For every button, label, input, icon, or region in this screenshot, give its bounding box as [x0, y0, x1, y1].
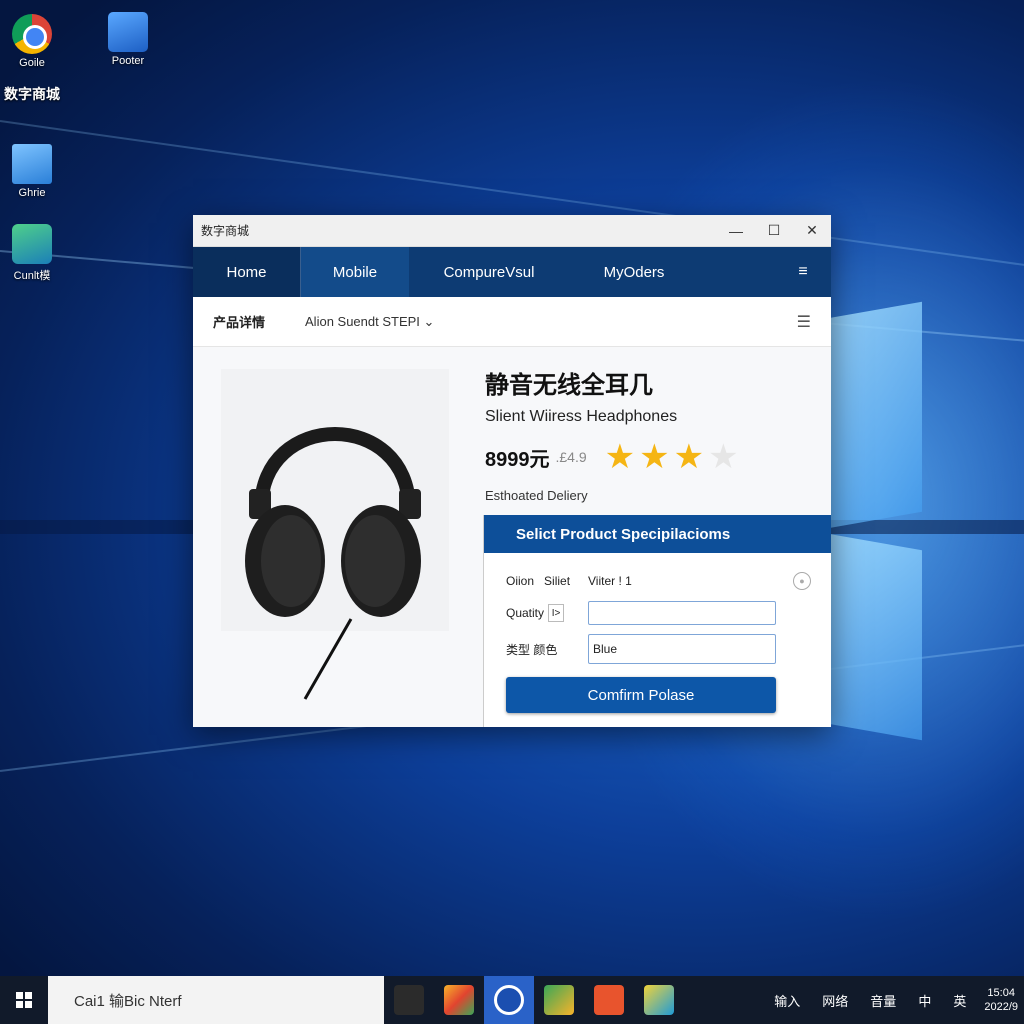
price-row: 8999元 .£4.9 ★ ★ ★ ★	[485, 440, 821, 474]
taskbar-app-4[interactable]	[534, 976, 584, 1024]
product-name-cn: 静音无线全耳几	[485, 372, 653, 399]
main-nav: Home Mobile CompureVsul MyOders ≡	[193, 247, 831, 297]
spec-panel: Selict Product Specipilacioms Oiion Sili…	[483, 515, 831, 727]
desktop-icon-cunlt[interactable]: Cunlt模	[0, 224, 64, 283]
headphones-image	[245, 427, 421, 700]
estimated-delivery: Esthoated Deliery	[485, 488, 588, 503]
color-label: Oiion Siliet	[506, 574, 571, 588]
maps-icon	[544, 985, 574, 1015]
store-icon	[444, 985, 474, 1015]
clock-date: 2022/9	[984, 1001, 1018, 1013]
desktop-icon-chrome[interactable]: Goile	[0, 14, 64, 69]
nav-my-orders[interactable]: MyOders	[569, 247, 699, 297]
variant-select[interactable]: Blue	[588, 634, 776, 664]
variant-label: 类型 颜色	[506, 642, 558, 657]
tray-item[interactable]: 网络	[822, 991, 848, 1010]
tray-item[interactable]: 中	[918, 991, 931, 1010]
app-icon	[394, 985, 424, 1015]
quantity-input[interactable]	[588, 601, 776, 625]
product-path-text: Alion Suendt STEPI	[305, 313, 420, 329]
desktop-icon-shop[interactable]: 数字商城	[0, 84, 64, 104]
taskbar: Cai1 输Bic Nterf 输入 网络 音量 中 英 15:04 2022/…	[0, 976, 1024, 1024]
taskbar-app-6[interactable]	[634, 976, 684, 1024]
variant-row: 类型 颜色 Blue	[506, 629, 811, 669]
windows-logo-wallpaper	[828, 290, 928, 741]
folder-icon	[108, 12, 148, 52]
chevron-down-icon: ⌄	[423, 313, 435, 329]
taskbar-search-input[interactable]: Cai1 输Bic Nterf	[48, 976, 384, 1024]
tray-item[interactable]: 英	[953, 991, 966, 1010]
star-icon: ★	[604, 438, 636, 476]
nav-home[interactable]: Home	[193, 247, 301, 297]
product-image	[221, 369, 449, 700]
photos-icon	[644, 985, 674, 1015]
desktop-icon-label: Cunlt模	[13, 270, 51, 282]
spec-header: Selict Product Specipilacioms	[484, 515, 831, 553]
radio-icon[interactable]: ●	[793, 572, 811, 590]
color-value[interactable]: Viiter ! 1	[588, 574, 793, 588]
hamburger-menu-icon[interactable]: ≡	[775, 247, 831, 297]
price: 8999元	[485, 448, 550, 471]
chrome-icon	[12, 14, 52, 54]
desktop-icon-label: Ghrie	[18, 187, 46, 199]
desktop-icon-ghrie[interactable]: Ghrie	[0, 144, 64, 199]
title-bar[interactable]: 数字商城 — ☐ ✕	[193, 215, 831, 247]
product-info: 静音无线全耳几 Slient Wiiress Headphones 8999元 …	[485, 365, 821, 503]
system-tray: 输入 网络 音量 中 英 15:04 2022/9	[684, 986, 1024, 1014]
window-title: 数字商城	[201, 224, 250, 238]
nav-mobile[interactable]: Mobile	[301, 247, 409, 297]
star-icon: ★	[673, 438, 705, 476]
start-button[interactable]	[0, 976, 48, 1024]
taskbar-app-3[interactable]	[484, 976, 534, 1024]
star-icon: ★	[639, 438, 670, 476]
browser-icon	[494, 985, 524, 1015]
minimize-button[interactable]: —	[717, 215, 755, 247]
quantity-label: Quatity	[506, 606, 545, 620]
clock[interactable]: 15:04 2022/9	[984, 986, 1018, 1014]
nav-compare[interactable]: CompureVsul	[409, 247, 569, 297]
quantity-row: Quatity I>	[506, 597, 811, 629]
quantity-stepper[interactable]: I>	[548, 604, 565, 622]
tray-item[interactable]: 音量	[870, 991, 896, 1010]
tray-item[interactable]: 输入	[774, 991, 800, 1010]
taskbar-app-5[interactable]	[584, 976, 634, 1024]
breadcrumb-bar: 产品详情 Alion Suendt STEPI ⌄ ☰	[193, 297, 831, 347]
star-rating: ★ ★ ★ ★	[605, 440, 743, 474]
clock-time: 15:04	[987, 987, 1015, 999]
star-icon: ★	[708, 438, 739, 476]
desktop-icon-label: Pooter	[111, 55, 145, 67]
shop-window: 数字商城 — ☐ ✕ Home Mobile CompureVsul MyOde…	[193, 215, 831, 727]
confirm-purchase-button[interactable]: Comfirm Polase	[506, 677, 776, 713]
windows-start-icon	[16, 992, 32, 1008]
price-note: .£4.9	[555, 449, 587, 465]
app-icon	[12, 224, 52, 264]
taskbar-app-1[interactable]	[384, 976, 434, 1024]
breadcrumb[interactable]: 产品详情	[213, 312, 265, 331]
product-name-en: Slient Wiiress Headphones	[485, 408, 678, 425]
maximize-button[interactable]: ☐	[755, 215, 793, 247]
desktop-icon-pooter[interactable]: Pooter	[96, 12, 160, 67]
close-button[interactable]: ✕	[793, 215, 831, 247]
desktop-icon-label: 数字商城	[4, 86, 60, 102]
color-row: Oiion Siliet Viiter ! 1 ●	[506, 565, 811, 597]
quantity-label-wrap: Quatity I>	[506, 604, 588, 622]
media-icon	[594, 985, 624, 1015]
desktop-icon-label: Goile	[19, 57, 45, 69]
product-content: 静音无线全耳几 Slient Wiiress Headphones 8999元 …	[193, 347, 831, 727]
document-icon	[12, 144, 52, 184]
taskbar-app-2[interactable]	[434, 976, 484, 1024]
list-view-icon[interactable]: ☰	[797, 312, 811, 332]
product-path-dropdown[interactable]: Alion Suendt STEPI ⌄	[305, 314, 797, 330]
